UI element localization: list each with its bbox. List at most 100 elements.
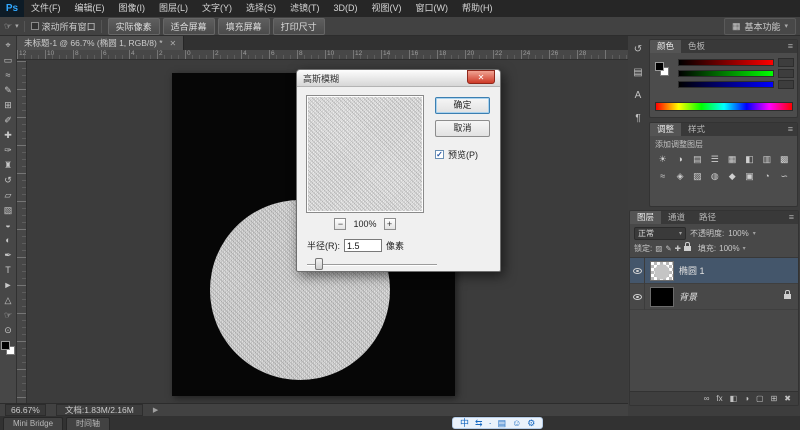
menu-item[interactable]: 图像(I) bbox=[112, 0, 153, 17]
menu-item[interactable]: 滤镜(T) bbox=[283, 0, 327, 17]
ime-halfwidth-icon[interactable]: ⇆ bbox=[475, 418, 483, 429]
group-icon[interactable]: ▢ bbox=[756, 392, 764, 405]
paragraph-panel-icon[interactable]: ¶ bbox=[635, 113, 640, 124]
blend-mode-select[interactable]: 正常 ▾ bbox=[634, 227, 686, 240]
zoom-level-field[interactable]: 66.67% bbox=[5, 404, 46, 416]
foreground-color-swatch[interactable] bbox=[655, 62, 664, 71]
eyedropper-tool[interactable]: ✐ bbox=[0, 113, 17, 128]
cancel-button[interactable]: 取消 bbox=[435, 120, 490, 137]
view-option-button[interactable]: 适合屏幕 bbox=[163, 18, 215, 35]
adjustment-icon[interactable]: ▨ bbox=[689, 170, 706, 183]
blue-slider-ramp[interactable] bbox=[678, 81, 774, 88]
menu-item[interactable]: 文字(Y) bbox=[195, 0, 239, 17]
properties-panel-icon[interactable]: ▤ bbox=[633, 67, 642, 78]
panel-tab[interactable]: 图层 bbox=[630, 211, 661, 224]
lock-option-icon[interactable]: ▨ bbox=[655, 244, 662, 253]
menu-item[interactable]: 3D(D) bbox=[327, 0, 365, 17]
marquee-tool[interactable]: ▭ bbox=[0, 53, 17, 68]
adjustment-icon[interactable]: ▤ bbox=[689, 153, 706, 166]
adjustment-icon[interactable]: ▥ bbox=[758, 153, 775, 166]
panel-menu-icon[interactable]: ≡ bbox=[785, 211, 798, 224]
type-tool[interactable]: T bbox=[0, 263, 17, 278]
healing-brush-tool[interactable]: ✚ bbox=[0, 128, 17, 143]
blur-tool[interactable]: ◒ bbox=[0, 218, 17, 233]
adjustment-icon[interactable]: ▣ bbox=[741, 170, 758, 183]
blur-preview-area[interactable] bbox=[306, 95, 424, 213]
layer-row-background[interactable]: 背景 bbox=[630, 284, 798, 310]
radius-input[interactable] bbox=[344, 239, 382, 252]
menu-item[interactable]: 选择(S) bbox=[239, 0, 283, 17]
close-icon[interactable]: ✕ bbox=[170, 39, 177, 48]
workspace-switcher[interactable]: ▦ 基本功能 ▾ bbox=[724, 18, 796, 35]
view-option-button[interactable]: 打印尺寸 bbox=[273, 18, 325, 35]
ime-punctuation-icon[interactable]: · bbox=[489, 418, 492, 429]
fill-value[interactable]: 100% bbox=[719, 244, 739, 253]
adjustment-icon[interactable]: ☰ bbox=[706, 153, 723, 166]
adjustment-icon[interactable]: ◔ bbox=[758, 170, 775, 183]
foreground-color-swatch[interactable] bbox=[1, 341, 10, 350]
lock-option-icon[interactable]: ✚ bbox=[675, 244, 681, 253]
spectrum-ramp[interactable] bbox=[655, 102, 793, 111]
slider-handle[interactable] bbox=[315, 258, 323, 270]
panel-tab[interactable]: 色板 bbox=[681, 40, 712, 53]
delete-layer-icon[interactable]: ✖ bbox=[784, 392, 791, 405]
panel-color-swatches[interactable] bbox=[655, 62, 669, 76]
panel-tab[interactable]: 路径 bbox=[692, 211, 723, 224]
slider-track[interactable] bbox=[307, 264, 437, 266]
panel-tab[interactable]: 颜色 bbox=[650, 40, 681, 53]
menu-item[interactable]: 窗口(W) bbox=[409, 0, 456, 17]
quick-selection-tool[interactable]: ✎ bbox=[0, 83, 17, 98]
layer-row-ellipse[interactable]: 椭圆 1 bbox=[630, 258, 798, 284]
menu-item[interactable]: 视图(V) bbox=[365, 0, 409, 17]
adjustment-icon[interactable]: ◑ bbox=[671, 153, 688, 166]
adjustment-icon[interactable]: ∽ bbox=[776, 170, 793, 183]
ime-keyboard-icon[interactable]: ▤ bbox=[498, 418, 507, 429]
color-swatches[interactable] bbox=[1, 341, 15, 355]
history-panel-icon[interactable]: ↺ bbox=[634, 44, 642, 55]
view-option-button[interactable]: 实际像素 bbox=[108, 18, 160, 35]
panel-tab[interactable]: 调整 bbox=[650, 123, 681, 136]
green-value-field[interactable] bbox=[778, 69, 794, 78]
adjustment-icon[interactable]: ◆ bbox=[724, 170, 741, 183]
eraser-tool[interactable]: ▱ bbox=[0, 188, 17, 203]
layer-thumbnail[interactable] bbox=[650, 287, 674, 307]
document-tab[interactable]: 未标题-1 @ 66.7% (椭圆 1, RGB/8) * ✕ bbox=[17, 36, 184, 50]
adjustment-icon[interactable]: ▦ bbox=[724, 153, 741, 166]
layer-thumbnail[interactable] bbox=[650, 261, 674, 281]
gradient-tool[interactable]: ▧ bbox=[0, 203, 17, 218]
menu-item[interactable]: 图层(L) bbox=[152, 0, 195, 17]
mini-bridge-tab[interactable]: Mini Bridge bbox=[3, 417, 63, 430]
tool-preset-picker[interactable]: ☞ ▾ bbox=[4, 21, 25, 32]
preview-option[interactable]: ✓ 预览(P) bbox=[435, 148, 488, 161]
lock-option-icon[interactable]: ✎ bbox=[665, 244, 671, 253]
hand-tool[interactable]: ☞ bbox=[0, 308, 17, 323]
adjustment-icon[interactable]: ▩ bbox=[776, 153, 793, 166]
preview-checkbox[interactable]: ✓ bbox=[435, 150, 444, 159]
ok-button[interactable]: 确定 bbox=[435, 97, 490, 114]
adjustment-icon[interactable]: ◧ bbox=[741, 153, 758, 166]
ime-settings-icon[interactable]: ⚙ bbox=[527, 418, 535, 429]
dialog-close-button[interactable]: ✕ bbox=[467, 70, 495, 84]
layer-style-icon[interactable]: fx bbox=[716, 392, 722, 405]
layer-name[interactable]: 椭圆 1 bbox=[679, 264, 795, 277]
adjustment-icon[interactable]: ◍ bbox=[706, 170, 723, 183]
timeline-tab[interactable]: 时间轴 bbox=[66, 417, 110, 430]
zoom-out-button[interactable]: − bbox=[334, 218, 346, 230]
shape-tool[interactable]: △ bbox=[0, 293, 17, 308]
lock-all-icon[interactable] bbox=[684, 246, 691, 251]
visibility-toggle[interactable] bbox=[630, 258, 645, 284]
red-slider-ramp[interactable] bbox=[678, 59, 774, 66]
new-layer-icon[interactable]: ⊞ bbox=[771, 392, 778, 405]
link-layers-icon[interactable]: ∞ bbox=[704, 392, 710, 405]
ime-emoji-icon[interactable]: ☺ bbox=[512, 418, 521, 429]
adjustment-layer-icon[interactable]: ◑ bbox=[744, 392, 749, 405]
status-menu-arrow-icon[interactable]: ▶ bbox=[153, 406, 158, 414]
path-selection-tool[interactable]: ► bbox=[0, 278, 17, 293]
panel-tab[interactable]: 通道 bbox=[661, 211, 692, 224]
blue-value-field[interactable] bbox=[778, 80, 794, 89]
menu-item[interactable]: 文件(F) bbox=[24, 0, 68, 17]
panel-menu-icon[interactable]: ≡ bbox=[784, 123, 797, 136]
dodge-tool[interactable]: ◐ bbox=[0, 233, 17, 248]
move-tool[interactable]: ⌖ bbox=[0, 38, 17, 53]
scroll-all-windows-checkbox[interactable] bbox=[31, 22, 39, 30]
